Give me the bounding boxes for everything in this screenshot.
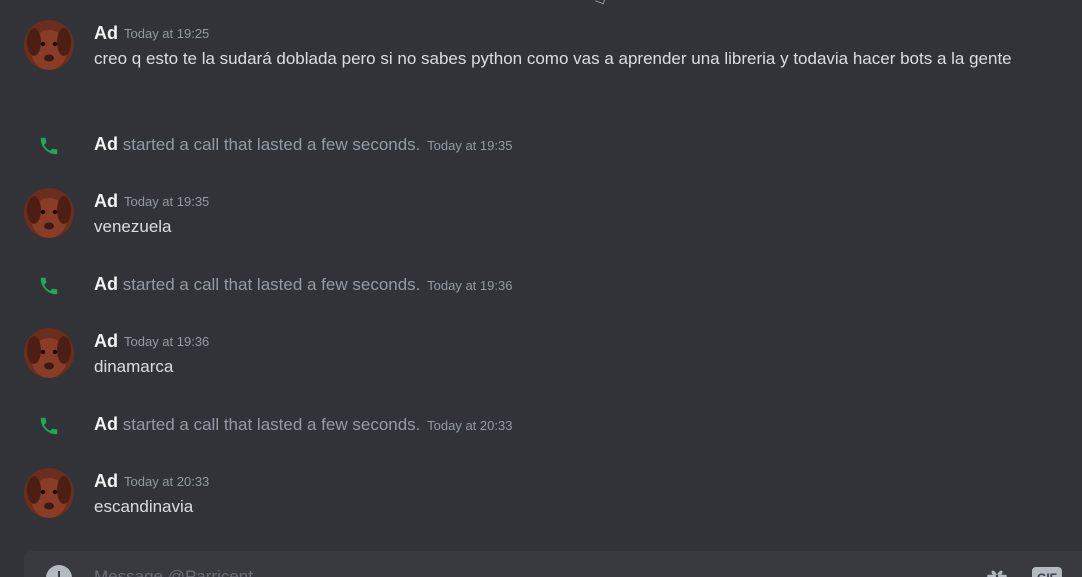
phone-icon [40, 277, 58, 295]
message-author[interactable]: Ad Today at 19:25 [94, 22, 209, 46]
call-timestamp: Today at 20:33 [427, 418, 513, 433]
avatar[interactable] [24, 468, 74, 518]
call-author[interactable]: Ad [94, 134, 118, 154]
gift-icon[interactable] [984, 565, 1010, 577]
message-timestamp: Today at 19:35 [124, 194, 210, 209]
call-system-message: Ad started a call that lasted a few seco… [0, 410, 1082, 438]
call-author[interactable]: Ad [94, 414, 118, 434]
message-timestamp: Today at 19:25 [124, 26, 210, 41]
message-composer[interactable]: GIF [24, 551, 1082, 577]
author-name[interactable]: Ad [94, 471, 118, 491]
call-author[interactable]: Ad [94, 274, 118, 294]
phone-icon [40, 417, 58, 435]
message-timestamp: Today at 20:33 [124, 474, 210, 489]
call-timestamp: Today at 19:36 [427, 278, 513, 293]
chevron-fragment-icon [595, 0, 606, 5]
message-content: creo q esto te la sudará doblada pero si… [94, 49, 1012, 68]
avatar[interactable] [24, 188, 74, 238]
call-description: started a call that lasted a few seconds… [122, 275, 421, 294]
gif-button[interactable]: GIF [1032, 567, 1062, 577]
message-group[interactable]: Ad Today at 20:33 escandinavia [0, 468, 1082, 524]
message-content: escandinavia [94, 497, 194, 516]
message-group[interactable]: Ad Today at 19:25 creo q esto te la sudar… [0, 20, 1082, 100]
message-author[interactable]: Ad Today at 19:35 [94, 190, 209, 214]
author-name[interactable]: Ad [94, 23, 118, 43]
call-timestamp: Today at 19:35 [427, 138, 513, 153]
message-author[interactable]: Ad Today at 20:33 [94, 470, 209, 494]
phone-icon [40, 137, 58, 155]
avatar[interactable] [24, 328, 74, 378]
avatar[interactable] [24, 20, 74, 70]
author-name[interactable]: Ad [94, 191, 118, 211]
dog-avatar-icon [24, 188, 74, 238]
call-system-message: Ad started a call that lasted a few seco… [0, 130, 1082, 158]
dog-avatar-icon [24, 468, 74, 518]
message-author[interactable]: Ad Today at 19:36 [94, 330, 209, 354]
call-system-message: Ad started a call that lasted a few seco… [0, 270, 1082, 298]
add-attachment-icon[interactable] [46, 565, 72, 577]
message-content: venezuela [94, 217, 172, 236]
message-content: dinamarca [94, 357, 174, 376]
dm-chat-view: Ad Today at 19:25 creo q esto te la sudar… [0, 0, 1082, 577]
dog-avatar-icon [24, 328, 74, 378]
dog-avatar-icon [24, 20, 74, 70]
call-description: started a call that lasted a few seconds… [122, 135, 421, 154]
call-description: started a call that lasted a few seconds… [122, 415, 421, 434]
message-group[interactable]: Ad Today at 19:35 venezuela [0, 188, 1082, 244]
message-group[interactable]: Ad Today at 19:36 dinamarca [0, 328, 1082, 384]
message-input[interactable] [94, 565, 894, 577]
author-name[interactable]: Ad [94, 331, 118, 351]
message-timestamp: Today at 19:36 [124, 334, 210, 349]
